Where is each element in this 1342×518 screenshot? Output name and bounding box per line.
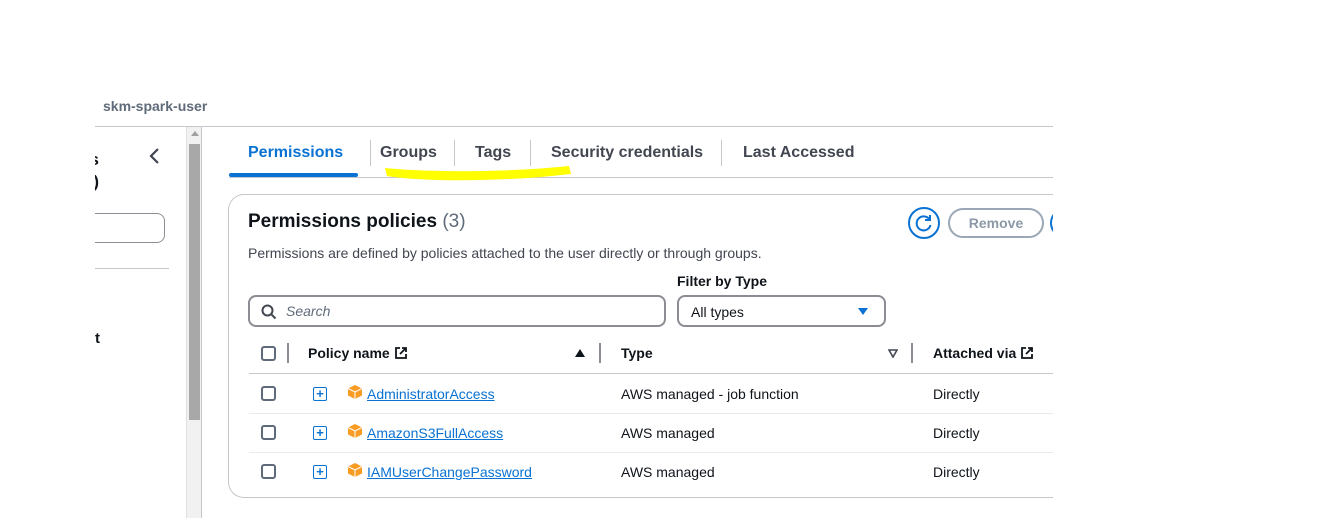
panel-title-text: Permissions policies [248,211,438,232]
nav-divider [95,268,169,269]
tab-last-accessed[interactable]: Last Accessed [743,144,854,162]
row-checkbox[interactable] [261,386,276,401]
policy-attached-via: Directly [933,464,980,480]
collapse-nav-icon[interactable] [147,145,163,167]
column-header-label: Policy name [308,345,390,361]
policy-link[interactable]: AmazonS3FullAccess [367,425,503,441]
column-header-label: Attached via [933,345,1017,361]
row-divider [249,413,1053,414]
panel-description: Permissions are defined by policies atta… [248,245,762,261]
type-filter-value: All types [691,304,744,320]
column-separator [287,343,289,363]
breadcrumb-current: skm-spark-user [103,98,208,114]
column-separator [911,343,913,363]
policy-type: AWS managed - job function [621,386,799,402]
tab-permissions[interactable]: Permissions [248,144,343,162]
tab-separator [721,140,722,166]
column-header-policy-name[interactable]: Policy name [308,345,408,361]
tab-security-credentials[interactable]: Security credentials [551,144,703,162]
policy-attached-via: Directly [933,425,980,441]
sort-descending-icon[interactable] [888,349,898,358]
policy-type: AWS managed [621,425,715,441]
aws-managed-policy-icon [347,424,363,438]
nav-title: ess M) [95,149,129,193]
sort-ascending-icon[interactable] [575,349,585,357]
scroll-up-arrow-icon[interactable] [191,131,199,136]
expand-row-icon[interactable]: + [313,426,327,440]
aws-managed-policy-icon [347,463,363,477]
column-separator [599,343,601,363]
search-input[interactable] [286,302,646,320]
policy-link[interactable]: IAMUserChangePassword [367,464,532,480]
column-header-type[interactable]: Type [621,345,653,361]
nav-title-line1: ess [95,149,99,171]
header-divider [95,126,1053,127]
external-link-icon[interactable] [1020,346,1034,360]
scrollbar[interactable] [186,127,202,518]
refresh-button[interactable] [908,207,940,239]
tab-separator [370,140,371,166]
policy-count: (3) [442,211,466,232]
policy-link[interactable]: AdministratorAccess [367,386,495,402]
row-checkbox[interactable] [261,425,276,440]
nav-search-input[interactable] [95,213,165,243]
type-filter-select[interactable]: All types [677,295,886,327]
column-header-label: Type [621,345,653,361]
policy-attached-via: Directly [933,386,980,402]
column-header-attached-via[interactable]: Attached via [933,345,1034,361]
nav-item[interactable]: t [95,330,100,347]
expand-row-icon[interactable]: + [313,387,327,401]
remove-button[interactable]: Remove [948,208,1044,238]
table-header-divider [249,373,1053,374]
panel-title: Permissions policies (3) [248,211,466,233]
refresh-icon [915,215,932,232]
tab-divider [229,177,1053,178]
highlighter-annotation [385,166,571,181]
nav-title-line2: M) [95,171,99,193]
crop-mask [1053,120,1342,518]
select-all-checkbox[interactable] [261,346,276,361]
filter-by-type-label: Filter by Type [677,273,767,289]
policy-type: AWS managed [621,464,715,480]
scrollbar-thumb[interactable] [189,144,200,420]
caret-down-icon [858,308,868,315]
aws-managed-policy-icon [347,385,363,399]
external-link-icon[interactable] [394,346,408,360]
tab-bar: Permissions Groups Tags Security credent… [229,134,1053,178]
search-icon [261,304,277,320]
expand-row-icon[interactable]: + [313,465,327,479]
side-navigation: ess M) t [95,127,185,518]
row-checkbox[interactable] [261,464,276,479]
row-divider [249,452,1053,453]
policy-search[interactable] [248,295,666,327]
